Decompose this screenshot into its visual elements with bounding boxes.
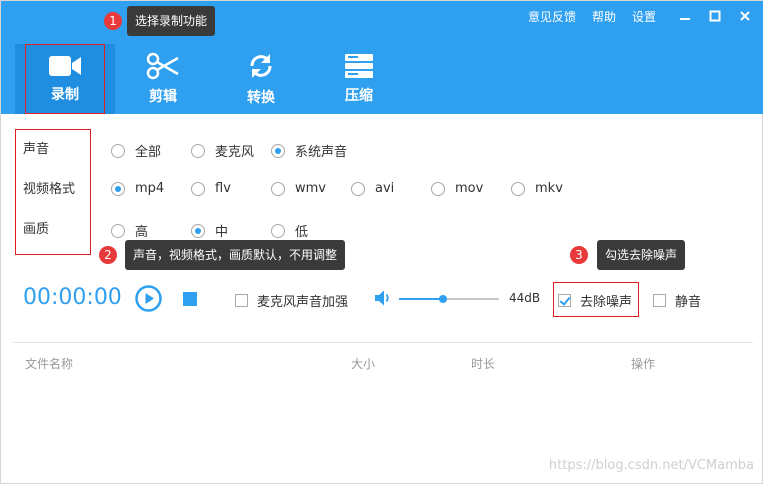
format-radio-wmv[interactable] <box>271 181 285 196</box>
window-controls <box>674 5 756 27</box>
quality-option-high[interactable]: 高 <box>111 221 148 240</box>
settings-link[interactable]: 设置 <box>632 8 656 25</box>
tab-compress[interactable]: 压缩 <box>309 44 409 114</box>
record-timer: 00:00:00 <box>23 285 122 310</box>
volume-knob[interactable] <box>439 295 447 303</box>
denoise-checkbox[interactable] <box>558 294 571 307</box>
column-header-action: 操作 <box>631 357 656 371</box>
annotation-box-record <box>25 44 105 114</box>
start-record-button[interactable] <box>135 285 162 312</box>
volume-button[interactable] <box>374 289 392 311</box>
format-radio-mov[interactable] <box>431 181 445 196</box>
mic-boost-option[interactable]: 麦克风声音加强 <box>235 291 348 310</box>
scissors-icon <box>146 52 179 80</box>
format-radio-flv[interactable] <box>191 181 205 196</box>
column-header-filename: 文件名称 <box>25 357 74 371</box>
table-divider <box>13 342 753 343</box>
compress-icon <box>345 54 373 78</box>
close-button[interactable] <box>734 5 756 27</box>
tab-edit[interactable]: 剪辑 <box>113 44 213 114</box>
close-icon <box>740 11 750 21</box>
watermark-text: https://blog.csdn.net/VCMamba <box>548 458 754 473</box>
volume-value: 44dB <box>509 291 541 305</box>
annotation-tip-1: 选择录制功能 <box>127 6 216 36</box>
tab-compress-label: 压缩 <box>345 88 373 104</box>
volume-fill <box>399 298 443 300</box>
format-radio-avi[interactable] <box>351 181 365 196</box>
feedback-link[interactable]: 意见反馈 <box>528 8 576 25</box>
format-option-wmv[interactable]: wmv <box>271 181 326 196</box>
mute-option[interactable]: 静音 <box>653 291 701 310</box>
format-radio-mkv[interactable] <box>511 181 525 196</box>
help-link[interactable]: 帮助 <box>592 8 616 25</box>
format-option-avi[interactable]: avi <box>351 181 394 196</box>
sound-option-all[interactable]: 全部 <box>111 141 161 160</box>
column-header-duration: 时长 <box>471 357 496 371</box>
maximize-button[interactable] <box>704 5 726 27</box>
minimize-icon <box>680 18 690 20</box>
quality-radio-low[interactable] <box>271 223 285 238</box>
format-radio-mp4[interactable] <box>111 181 125 196</box>
format-option-mov[interactable]: mov <box>431 181 483 196</box>
mute-checkbox[interactable] <box>653 294 666 307</box>
maximize-icon <box>709 10 721 22</box>
format-option-mp4[interactable]: mp4 <box>111 181 164 196</box>
quality-radio-high[interactable] <box>111 223 125 238</box>
quality-option-medium[interactable]: 中 <box>191 221 228 240</box>
tab-convert-label: 转换 <box>247 90 275 106</box>
convert-icon <box>250 54 272 78</box>
sound-radio-system[interactable] <box>271 143 285 158</box>
sound-radio-all[interactable] <box>111 143 125 158</box>
sound-option-mic[interactable]: 麦克风 <box>191 141 254 160</box>
stop-record-button[interactable] <box>183 292 197 306</box>
annotation-badge-2: 2 <box>99 246 117 264</box>
format-option-mkv[interactable]: mkv <box>511 181 563 196</box>
format-option-flv[interactable]: flv <box>191 181 231 196</box>
annotation-tip-3: 勾选去除噪声 <box>597 240 686 270</box>
speaker-icon <box>375 290 389 306</box>
volume-slider[interactable] <box>399 295 499 303</box>
sound-option-system[interactable]: 系统声音 <box>271 141 347 160</box>
minimize-button[interactable] <box>674 5 696 27</box>
annotation-tip-2: 声音，视频格式，画质默认，不用调整 <box>125 240 346 270</box>
top-links: 意见反馈 帮助 设置 <box>528 8 656 25</box>
mic-boost-checkbox[interactable] <box>235 294 248 307</box>
format-label: 视频格式 <box>23 182 76 197</box>
sound-radio-mic[interactable] <box>191 143 205 158</box>
annotation-badge-1: 1 <box>104 12 122 30</box>
denoise-option[interactable]: 去除噪声 <box>558 291 632 310</box>
app-window: 意见反馈 帮助 设置 录制 剪辑 转换 压缩 1 选择录制功能 2 声音，视频格… <box>0 0 763 484</box>
quality-label: 画质 <box>23 222 50 237</box>
annotation-badge-3: 3 <box>570 246 588 264</box>
tab-edit-label: 剪辑 <box>149 89 177 105</box>
tab-convert[interactable]: 转换 <box>211 44 311 114</box>
quality-option-low[interactable]: 低 <box>271 221 308 240</box>
column-header-size: 大小 <box>351 357 376 371</box>
play-icon <box>135 285 162 312</box>
quality-radio-medium[interactable] <box>191 223 205 238</box>
sound-label: 声音 <box>23 142 50 157</box>
